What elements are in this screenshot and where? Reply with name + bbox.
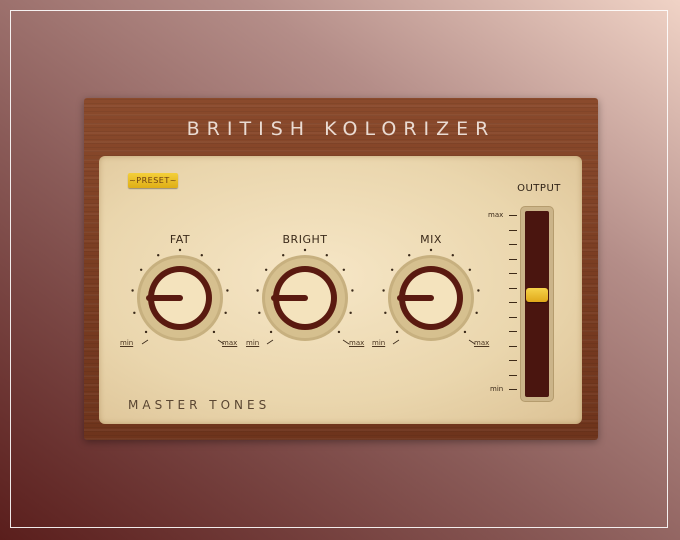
- knob-scale-dot: [217, 268, 221, 271]
- knob-scale-dot: [157, 254, 160, 257]
- knob-label-bright: BRIGHT: [282, 233, 328, 246]
- mix-knob[interactable]: [371, 248, 491, 348]
- knob-scale-dot: [408, 254, 411, 257]
- knob-scale-dot: [224, 311, 227, 315]
- knob-graphic: [382, 248, 480, 345]
- knob-scale-dot: [463, 330, 467, 334]
- output-scale-tick: [509, 215, 517, 216]
- control-panel: ~PRESET~ FAT BRIGHT MIX min max min max …: [99, 156, 582, 424]
- knob-min-leader: [392, 339, 400, 345]
- output-scale-tick: [509, 345, 517, 347]
- output-scale-tick: [509, 258, 517, 260]
- output-scale-tick: [509, 374, 517, 376]
- knob-scale-dot: [475, 311, 478, 315]
- output-max-label: max: [488, 211, 504, 219]
- fat-knob[interactable]: [120, 248, 240, 348]
- output-scale-tick: [509, 360, 517, 361]
- knob-label-mix: MIX: [420, 233, 442, 246]
- mix-min-label: min: [372, 339, 386, 347]
- knob-scale-dot: [382, 289, 385, 292]
- output-scale-tick: [509, 389, 517, 390]
- knob-scale-dot: [144, 330, 148, 334]
- bright-max-label: max: [349, 339, 365, 347]
- knob-label-fat: FAT: [169, 233, 191, 246]
- knob-scale-dot: [337, 330, 341, 334]
- output-scale-tick: [509, 229, 517, 231]
- output-scale-tick: [509, 331, 517, 332]
- knob-scale-dot: [212, 330, 216, 334]
- knob-scale-dot: [349, 311, 352, 315]
- fat-max-label: max: [222, 339, 238, 347]
- fat-min-label: min: [120, 339, 134, 347]
- bright-min-label: min: [246, 339, 260, 347]
- knob-scale-dot: [139, 268, 143, 271]
- knob-scale-dot: [351, 289, 354, 292]
- knob-scale-dot: [200, 254, 203, 257]
- mix-max-label: max: [474, 339, 490, 347]
- knob-scale-dot: [258, 311, 261, 315]
- bright-knob[interactable]: [245, 248, 365, 348]
- fader-track: [525, 211, 549, 397]
- output-scale-tick: [509, 244, 517, 245]
- preset-button[interactable]: ~PRESET~: [128, 173, 178, 188]
- knob-scale-dot: [325, 254, 328, 257]
- knob-min-leader: [266, 339, 274, 345]
- output-scale-tick: [509, 273, 517, 274]
- output-fader[interactable]: [521, 207, 553, 401]
- output-scale-tick: [509, 287, 517, 289]
- fader-thumb[interactable]: [526, 288, 548, 303]
- knob-min-leader: [141, 339, 149, 345]
- knob-scale-dot: [269, 330, 273, 334]
- knob-scale-dot: [256, 289, 259, 292]
- output-scale-tick: [509, 316, 517, 318]
- knob-scale-dot: [131, 289, 134, 292]
- knob-scale-dot: [390, 268, 394, 271]
- knob-scale-dot: [133, 311, 136, 315]
- knob-scale-dot: [468, 268, 472, 271]
- knob-scale-dot: [264, 268, 268, 271]
- output-label: OUTPUT: [517, 183, 561, 194]
- knob-scale-dot: [477, 289, 480, 292]
- knob-scale-dot: [384, 311, 387, 315]
- knob-scale-dot: [342, 268, 346, 271]
- output-min-label: min: [490, 385, 504, 393]
- knob-scale-dot: [451, 254, 454, 257]
- brand-logo: MASTER TONES: [128, 398, 271, 412]
- knob-scale-dot: [429, 248, 433, 252]
- knob-scale-dot: [395, 330, 399, 334]
- knob-scale-dot: [282, 254, 285, 257]
- knob-scale-dot: [178, 248, 182, 252]
- plugin-window: BRITISH KOLORIZER ~PRESET~ FAT BRIGHT MI…: [84, 98, 598, 440]
- knob-scale-dot: [226, 289, 229, 292]
- knob-graphic: [256, 248, 354, 345]
- plugin-title: BRITISH KOLORIZER: [186, 118, 496, 140]
- knob-graphic: [131, 248, 229, 345]
- knob-scale-dot: [303, 248, 307, 252]
- output-scale-tick: [509, 302, 517, 303]
